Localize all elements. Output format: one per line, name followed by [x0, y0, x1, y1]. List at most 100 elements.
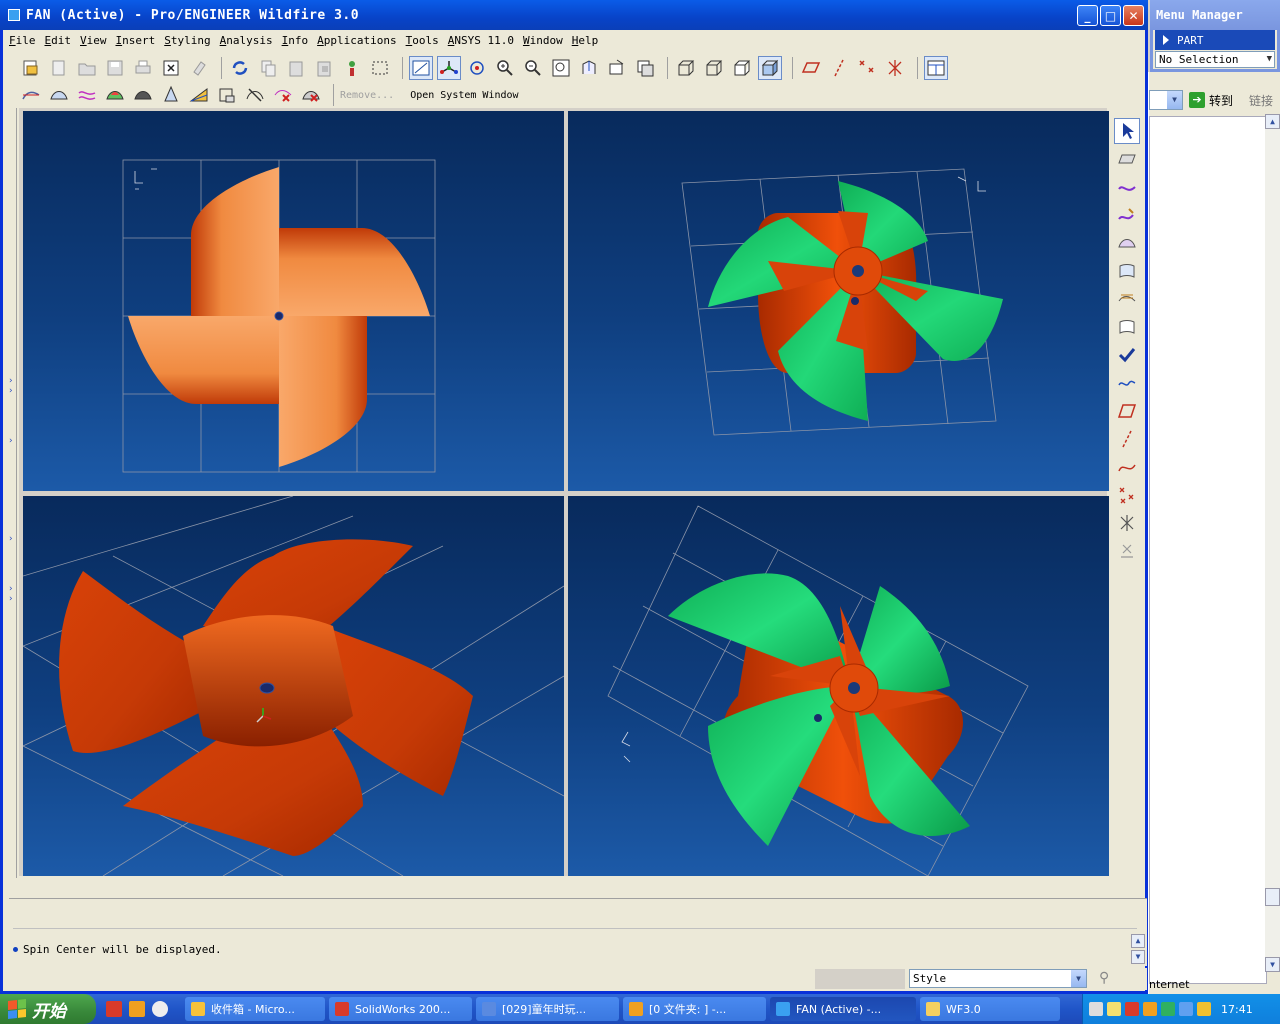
quicklaunch-media-icon[interactable]	[152, 1001, 168, 1017]
surface-trim-icon[interactable]	[1114, 258, 1140, 284]
model-player-icon[interactable]	[340, 56, 364, 80]
scroll-down-icon[interactable]: ▼	[1265, 957, 1280, 972]
chevron-down-icon[interactable]: ▼	[1167, 91, 1182, 109]
task-button[interactable]: [029]童年时玩...	[476, 997, 619, 1021]
go-button[interactable]: ➔ 转到	[1189, 92, 1233, 109]
start-button[interactable]: 开始	[0, 994, 96, 1024]
quicklaunch-outlook-icon[interactable]	[129, 1001, 145, 1017]
layers-icon[interactable]	[633, 56, 657, 80]
selection-box-icon[interactable]	[368, 56, 392, 80]
draft-analysis-icon[interactable]	[159, 83, 183, 107]
fan-blade[interactable]	[279, 316, 367, 467]
folder-icon[interactable]	[75, 56, 99, 80]
fan-hub-body[interactable]	[183, 615, 353, 747]
erase-icon[interactable]	[187, 56, 211, 80]
fan-blade[interactable]	[191, 167, 279, 316]
message-scrollbar[interactable]: ▲ ▼	[1131, 934, 1145, 966]
keyboard-icon[interactable]	[1089, 1002, 1103, 1016]
select-arrow-icon[interactable]	[1114, 118, 1140, 144]
gaussian-icon[interactable]	[103, 83, 127, 107]
menu-help[interactable]: Help	[572, 34, 599, 47]
menu-analysis[interactable]: Analysis	[220, 34, 273, 47]
menu-insert[interactable]: Insert	[116, 34, 156, 47]
scroll-up-icon[interactable]: ▲	[1265, 114, 1280, 129]
copy-icon[interactable]	[256, 56, 280, 80]
datum-axes-icon[interactable]	[827, 56, 851, 80]
analysis-delete-icon[interactable]	[271, 83, 295, 107]
menu-manager-title[interactable]: Menu Manager	[1150, 0, 1280, 30]
expand-arrow-icon[interactable]: ›	[8, 594, 13, 604]
network-icon[interactable]	[1161, 1002, 1175, 1016]
sketcher-icon[interactable]	[1114, 370, 1140, 396]
surface-edit-icon[interactable]	[1114, 314, 1140, 340]
paste-icon[interactable]	[284, 56, 308, 80]
menu-ansys[interactable]: ANSYS 11.0	[448, 34, 514, 47]
paste-special-icon[interactable]	[312, 56, 336, 80]
surface-analysis-icon[interactable]	[47, 83, 71, 107]
sketch-plane-icon[interactable]	[1114, 146, 1140, 172]
outlook-tray-icon[interactable]	[1143, 1002, 1157, 1016]
refit-icon[interactable]	[549, 56, 573, 80]
coordinate-system-icon[interactable]	[1114, 510, 1140, 536]
graphics-area[interactable]	[19, 108, 1109, 876]
shading-icon[interactable]	[758, 56, 782, 80]
open-icon[interactable]	[47, 56, 71, 80]
expand-arrow-icon[interactable]: ›	[8, 436, 13, 446]
viewport-top-right[interactable]	[568, 111, 1109, 491]
datum-planes-icon[interactable]	[799, 56, 823, 80]
menu-styling[interactable]: Styling	[164, 34, 210, 47]
menu-applications[interactable]: Applications	[317, 34, 396, 47]
saved-views-icon[interactable]	[605, 56, 629, 80]
expand-arrow-icon[interactable]: ›	[8, 386, 13, 396]
acrobat-tray-icon[interactable]	[1125, 1002, 1139, 1016]
quicklaunch-acrobat-icon[interactable]	[106, 1001, 122, 1017]
fan-blade[interactable]	[59, 571, 203, 753]
fan-blade[interactable]	[279, 228, 430, 316]
open-system-window-button[interactable]: Open System Window	[410, 90, 518, 101]
browser-scrollbar[interactable]: ▲ ▼	[1265, 114, 1280, 972]
task-button[interactable]: WF3.0	[920, 997, 1060, 1021]
reorient-icon[interactable]	[577, 56, 601, 80]
zoom-in-icon[interactable]	[493, 56, 517, 80]
orient-mode-icon[interactable]	[465, 56, 489, 80]
menu-tools[interactable]: Tools	[406, 34, 439, 47]
shield-icon[interactable]	[1179, 1002, 1193, 1016]
datum-points-icon[interactable]	[855, 56, 879, 80]
plane-icon[interactable]	[1114, 398, 1140, 424]
expand-arrow-icon[interactable]: ›	[8, 534, 13, 544]
hidden-line-icon[interactable]	[702, 56, 726, 80]
scroll-thumb[interactable]	[1265, 888, 1280, 906]
analysis-hide-icon[interactable]	[243, 83, 267, 107]
analysis-save-icon[interactable]	[215, 83, 239, 107]
menu-edit[interactable]: Edit	[45, 34, 72, 47]
maximize-button[interactable]: □	[1100, 5, 1121, 26]
task-button-active[interactable]: FAN (Active) -...	[770, 997, 916, 1021]
regenerate-icon[interactable]	[228, 56, 252, 80]
datum-display-icon[interactable]	[409, 56, 433, 80]
menu-file[interactable]: File	[9, 34, 36, 47]
mail-icon[interactable]	[1107, 1002, 1121, 1016]
address-combo[interactable]: ▼	[1149, 90, 1183, 110]
surface-connect-icon[interactable]	[1114, 286, 1140, 312]
expand-arrow-icon[interactable]: ›	[8, 584, 13, 594]
title-bar[interactable]: FAN (Active) - Pro/ENGINEER Wildfire 3.0…	[0, 0, 1148, 30]
expand-arrow-icon[interactable]: ›	[8, 376, 13, 386]
new-icon[interactable]	[19, 56, 43, 80]
shade-analysis-icon[interactable]	[131, 83, 155, 107]
no-hidden-icon[interactable]	[730, 56, 754, 80]
links-button[interactable]: 链接	[1249, 92, 1273, 109]
wireframe-icon[interactable]	[674, 56, 698, 80]
menu-view[interactable]: View	[80, 34, 107, 47]
menu-window[interactable]: Window	[523, 34, 563, 47]
curve-edit-icon[interactable]	[1114, 202, 1140, 228]
save-icon[interactable]	[103, 56, 127, 80]
datum-curve-icon[interactable]	[1114, 454, 1140, 480]
surface-icon[interactable]	[1114, 230, 1140, 256]
close-button[interactable]: ✕	[1123, 5, 1144, 26]
remove-button[interactable]: Remove...	[340, 90, 394, 101]
task-button[interactable]: [0 文件夹: ] -...	[623, 997, 766, 1021]
browser-content[interactable]	[1149, 116, 1267, 984]
selection-filter-select[interactable]: Style ▼	[909, 969, 1087, 988]
viewport-bottom-left[interactable]	[23, 496, 564, 876]
zoom-out-icon[interactable]	[521, 56, 545, 80]
